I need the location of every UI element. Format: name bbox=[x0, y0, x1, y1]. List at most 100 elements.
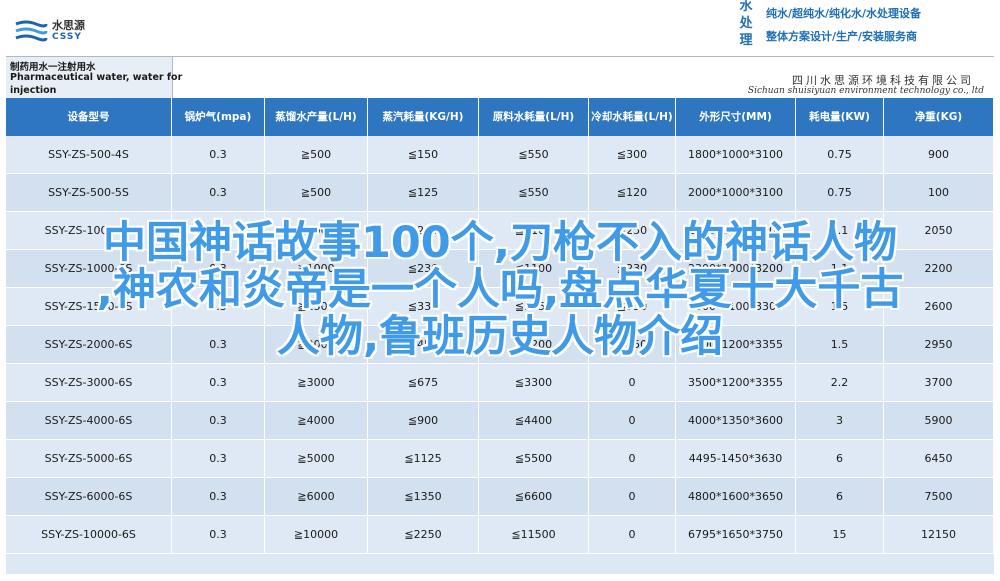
table-cell: SSY-ZS-500-4S bbox=[6, 136, 172, 173]
table-cell: 4495-1450*3630 bbox=[676, 440, 796, 477]
table-cell: 0.75 bbox=[796, 136, 884, 173]
table-row: SSY-ZS-1000-6S 0.3 ≧1000 ≦230 ≦1100 ≦230 2300*… bbox=[6, 250, 994, 288]
table-row: SSY-ZS-1500-6S 0.3 ≧1500 ≦330 ≦1650 ≦330 2600*… bbox=[6, 288, 994, 326]
table-cell: 2.2 bbox=[796, 364, 884, 401]
column-header: 冷却水耗量(L/H) bbox=[589, 98, 676, 136]
table-cell: 0 bbox=[589, 402, 676, 439]
table-cell: 0.3 bbox=[172, 440, 265, 477]
table-cell: SSY-ZS-5000-6S bbox=[6, 440, 172, 477]
table-cell: ≦4400 bbox=[479, 402, 589, 439]
table-cell: 0 bbox=[589, 440, 676, 477]
table-cell: 0 bbox=[589, 478, 676, 515]
table-cell: 3 bbox=[796, 402, 884, 439]
slogan: 水 处 理 纯水/超纯水/纯化水/水处理设备 整体方案设计/生产/安装服务商 bbox=[736, 0, 1000, 52]
table-cell: ≦1350 bbox=[368, 478, 479, 515]
brand-logo[interactable]: 水思源 CSSY bbox=[14, 14, 104, 48]
table-cell: ≦120 bbox=[589, 174, 676, 211]
table-cell: ≦125 bbox=[368, 174, 479, 211]
table-cell: 6 bbox=[796, 440, 884, 477]
table-cell: 0.3 bbox=[172, 326, 265, 363]
table-cell: 1.1 bbox=[796, 212, 884, 249]
slogan-char: 理 bbox=[739, 33, 753, 48]
table-row: SSY-ZS-6000-6S 0.3 ≧6000 ≦1350 ≦6600 0 4800*16… bbox=[6, 478, 994, 516]
table-cell: 3700 bbox=[884, 364, 994, 401]
table-cell: 15 bbox=[796, 516, 884, 553]
table-cell: ≧1000 bbox=[265, 250, 368, 287]
table-cell: 2600*1100*3300 bbox=[676, 288, 796, 325]
table-cell: 0.3 bbox=[172, 402, 265, 439]
table-cell: 0.3 bbox=[172, 136, 265, 173]
table-cell: ≦1125 bbox=[368, 440, 479, 477]
column-header: 净重(KG) bbox=[884, 98, 994, 136]
table-cell: 4800*1600*3650 bbox=[676, 478, 796, 515]
table-cell: ≧6000 bbox=[265, 478, 368, 515]
table-cell: ≧500 bbox=[265, 174, 368, 211]
table-cell: 0 bbox=[589, 516, 676, 553]
slogan-vertical: 水 处 理 bbox=[738, 0, 754, 47]
table-row: SSY-ZS-500-4S 0.3 ≧500 ≦150 ≦550 ≦300 1800*100… bbox=[6, 136, 994, 174]
table-cell: 0 bbox=[589, 364, 676, 401]
table-cell: ≦450 bbox=[589, 326, 676, 363]
column-header: 蒸馏水产量(L/H) bbox=[265, 98, 368, 136]
slogan-line-2: 整体方案设计/生产/安装服务商 bbox=[766, 30, 918, 43]
company-name-en: Sichuan shuisiyuan environment technolog… bbox=[747, 86, 984, 96]
table-cell: SSY-ZS-500-5S bbox=[6, 174, 172, 211]
product-title-line: 制药用水一注射用水 bbox=[10, 62, 96, 73]
table-cell: ≦2250 bbox=[368, 516, 479, 553]
table-cell: ≦150 bbox=[368, 136, 479, 173]
table-cell: SSY-ZS-1500-6S bbox=[6, 288, 172, 325]
table-row: SSY-ZS-3000-6S 0.3 ≧3000 ≦675 ≦3300 0 3500*120… bbox=[6, 364, 994, 402]
table-cell: ≦675 bbox=[368, 364, 479, 401]
table-cell: 2000*1000*3100 bbox=[676, 174, 796, 211]
table-cell: ≦230 bbox=[589, 250, 676, 287]
table-cell: ≦5500 bbox=[479, 440, 589, 477]
table-row: SSY-ZS-4000-6S 0.3 ≧4000 ≦900 ≦4400 0 4000*135… bbox=[6, 402, 994, 440]
table-cell: ≧1500 bbox=[265, 288, 368, 325]
column-header: 原料水耗量(L/H) bbox=[479, 98, 589, 136]
column-header: 耗电量(KW) bbox=[796, 98, 884, 136]
table-cell: ≦550 bbox=[479, 174, 589, 211]
table-cell: 0.3 bbox=[172, 212, 265, 249]
slogan-char: 水 bbox=[739, 0, 753, 14]
column-header: 锅炉气(mpa) bbox=[172, 98, 265, 136]
table-cell: ≦300 bbox=[589, 136, 676, 173]
table-cell: ≧5000 bbox=[265, 440, 368, 477]
product-spec-sheet: 制药用水一注射用水 Pharmaceutical water, water fo… bbox=[6, 56, 994, 574]
product-title-line: injection bbox=[10, 85, 57, 96]
table-cell: ≧4000 bbox=[265, 402, 368, 439]
column-header: 蒸汽耗量(KG/H) bbox=[368, 98, 479, 136]
table-cell: 0.3 bbox=[172, 478, 265, 515]
table-cell: ≦3300 bbox=[479, 364, 589, 401]
table-cell: ≦450 bbox=[368, 326, 479, 363]
table-cell: SSY-ZS-4000-6S bbox=[6, 402, 172, 439]
table-cell: 1.5 bbox=[796, 288, 884, 325]
table-cell: 6 bbox=[796, 478, 884, 515]
table-cell: ≦330 bbox=[589, 288, 676, 325]
table-cell: 0.3 bbox=[172, 516, 265, 553]
brand-name-en: CSSY bbox=[52, 32, 82, 42]
table-cell: ≦250 bbox=[368, 212, 479, 249]
water-drop-logo-icon bbox=[15, 20, 48, 42]
top-bar: 水思源 CSSY 水 处 理 纯水/超纯水/纯化水/水处理设备 整体方案设计/生… bbox=[0, 0, 1000, 56]
table-cell: ≧3000 bbox=[265, 364, 368, 401]
table-cell: SSY-ZS-10000-6S bbox=[6, 516, 172, 553]
table-cell: 5900 bbox=[884, 402, 994, 439]
table-cell: ≧1000 bbox=[265, 212, 368, 249]
table-cell: SSY-ZS-1000-6S bbox=[6, 250, 172, 287]
table-cell: 2050 bbox=[884, 212, 994, 249]
table-cell: 0.75 bbox=[796, 174, 884, 211]
table-cell: SSY-ZS-3000-6S bbox=[6, 364, 172, 401]
table-cell: 100 bbox=[884, 174, 994, 211]
column-header: 外形尺寸(MM) bbox=[676, 98, 796, 136]
slogan-char: 处 bbox=[739, 16, 753, 31]
table-cell: ≦6600 bbox=[479, 478, 589, 515]
table-cell: ≦1100 bbox=[479, 250, 589, 287]
table-cell: 1.5 bbox=[796, 326, 884, 363]
table-cell: ≧500 bbox=[265, 136, 368, 173]
table-cell: 7500 bbox=[884, 478, 994, 515]
table-cell: 6450 bbox=[884, 440, 994, 477]
table-cell: ≦330 bbox=[368, 288, 479, 325]
table-cell: 0.3 bbox=[172, 174, 265, 211]
table-cell: ≧10000 bbox=[265, 516, 368, 553]
table-cell: ≦1650 bbox=[479, 288, 589, 325]
